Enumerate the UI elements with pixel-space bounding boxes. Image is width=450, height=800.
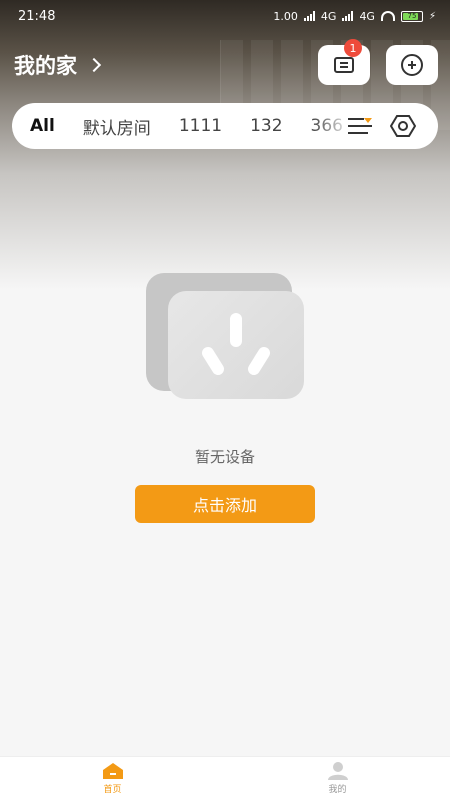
socket-icon — [202, 313, 270, 375]
home-selector[interactable]: 我的家 — [14, 50, 102, 80]
wifi-icon — [380, 11, 395, 21]
messages-button[interactable]: 1 — [318, 39, 370, 85]
nav-profile-label: 我的 — [328, 785, 347, 795]
add-device-button[interactable]: 点击添加 — [135, 485, 315, 523]
message-badge: 1 — [344, 39, 362, 57]
signal-icon — [303, 11, 315, 21]
network-type-2: 4G — [359, 9, 375, 23]
status-time: 21:48 — [18, 8, 56, 24]
chevron-right-icon — [86, 57, 102, 73]
tab-default-room[interactable]: 默认房间 — [83, 114, 151, 139]
settings-hexagon-icon[interactable] — [390, 114, 416, 138]
tabs-fade — [312, 103, 352, 149]
network-speed: 1.00 — [273, 9, 298, 23]
nav-home[interactable]: 首页 — [0, 757, 225, 800]
room-menu-icon[interactable] — [348, 118, 372, 134]
battery-icon: 75 — [400, 10, 423, 22]
tab-1111[interactable]: 1111 — [179, 116, 222, 136]
bottom-navigation: 首页 我的 — [0, 756, 450, 800]
room-tab-bar: All 默认房间 1111 132 366 — [12, 103, 438, 149]
home-icon — [102, 763, 123, 779]
plus-circle-icon — [401, 54, 423, 76]
tab-132[interactable]: 132 — [250, 116, 282, 136]
illustration-card-front — [168, 291, 304, 399]
status-bar: 21:48 1.00 4G 4G 75 ⚡ — [0, 0, 450, 32]
nav-profile[interactable]: 我的 — [225, 757, 450, 800]
network-type-1: 4G — [320, 9, 337, 23]
nav-home-label: 首页 — [103, 785, 122, 795]
charging-icon: ⚡ — [428, 10, 436, 22]
empty-devices-illustration — [146, 273, 306, 403]
room-tabs: All 默认房间 1111 132 366 — [12, 114, 342, 139]
empty-message: 暂无设备 — [194, 448, 255, 466]
message-icon — [334, 57, 354, 73]
add-button[interactable] — [386, 45, 438, 85]
profile-icon — [327, 762, 348, 780]
status-indicators: 1.00 4G 4G 75 ⚡ — [273, 10, 436, 23]
signal-icon-2 — [342, 11, 354, 21]
home-title: 我的家 — [14, 54, 77, 78]
tab-all[interactable]: All — [30, 116, 55, 136]
battery-level: 75 — [407, 12, 417, 20]
